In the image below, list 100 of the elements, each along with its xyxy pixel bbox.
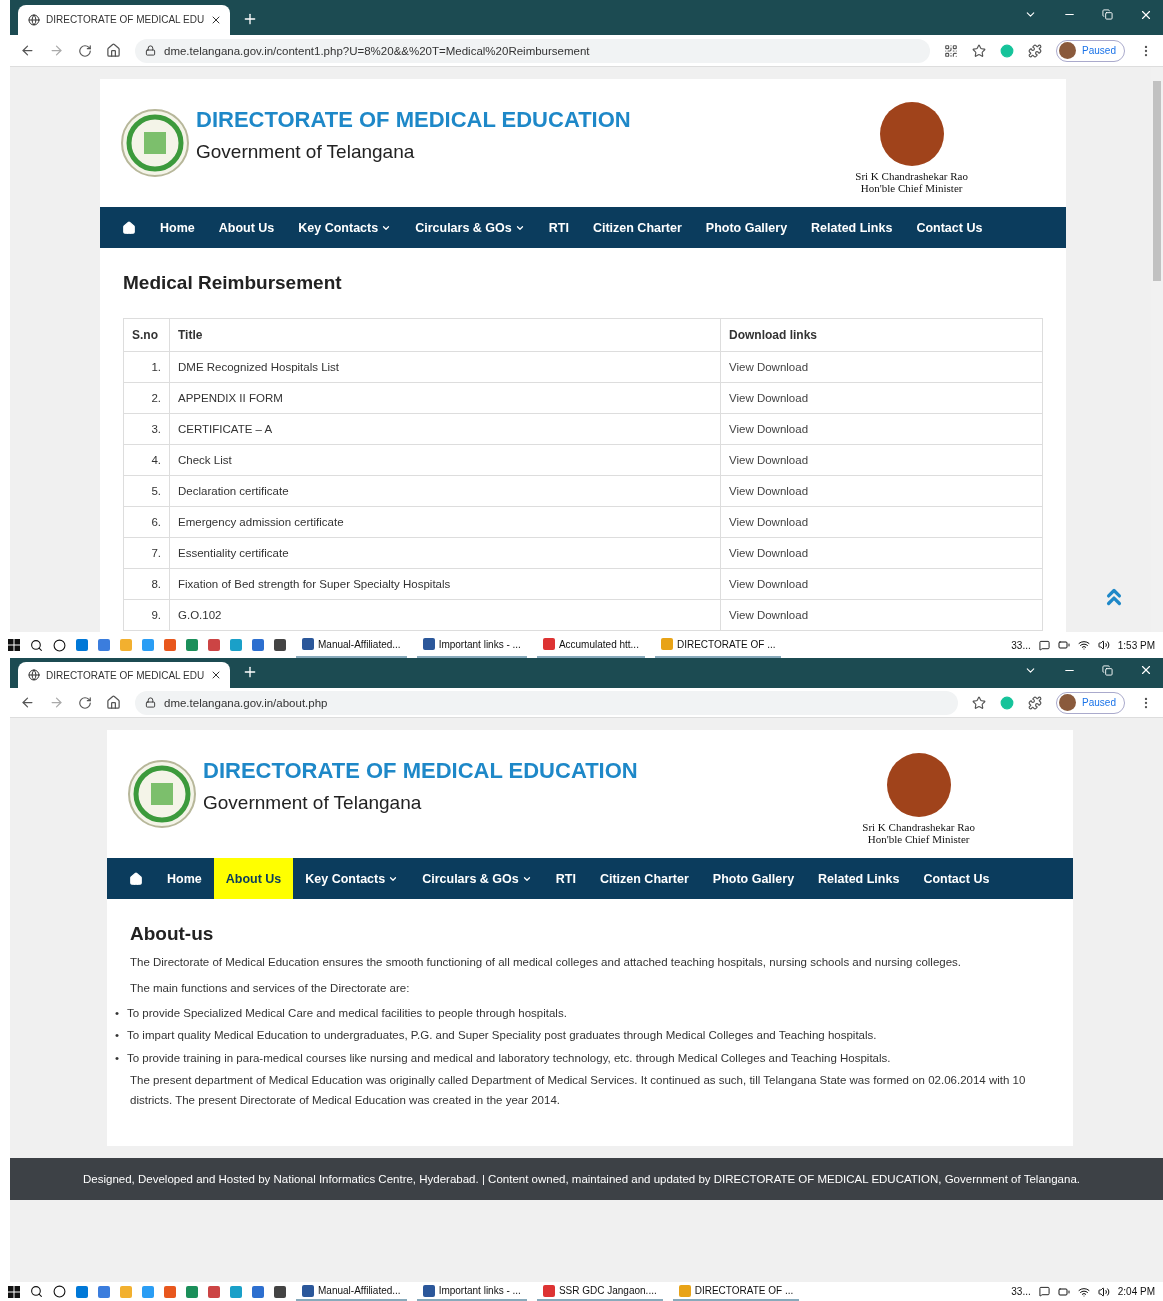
- battery-icon[interactable]: [1057, 1285, 1070, 1298]
- home-icon[interactable]: [106, 695, 121, 710]
- column-header: Title: [169, 318, 721, 352]
- restore-icon[interactable]: [1102, 9, 1113, 20]
- download-link[interactable]: View Download: [729, 361, 809, 373]
- cortana-icon[interactable]: [53, 1285, 66, 1298]
- page-heading: About-us: [130, 923, 215, 945]
- browser-tab[interactable]: DIRECTORATE OF MEDICAL EDU: [18, 662, 231, 688]
- nav-link[interactable]: Circulars & GOs: [410, 858, 544, 899]
- nav-link[interactable]: Contact Us: [904, 207, 995, 248]
- table-cell: 4.: [123, 444, 170, 476]
- nav-link[interactable]: Contact Us: [911, 858, 1002, 899]
- app-icon[interactable]: [208, 1285, 220, 1298]
- close-icon[interactable]: [1139, 663, 1153, 677]
- paragraph: The Directorate of Medical Education ensures the smooth functioning of all medical colleges and attached teaching hospitals, nursing schools and nursing colleges.: [130, 955, 963, 970]
- download-link[interactable]: View Download: [729, 516, 809, 528]
- minister-name: Sri K Chandrashekar Rao: [855, 170, 968, 182]
- taskbar-app-button[interactable]: Important links - ...: [416, 1282, 527, 1301]
- address-field[interactable]: dme.telangana.gov.in/about.php: [135, 690, 959, 715]
- globe-icon: [28, 13, 40, 26]
- nav-link[interactable]: Home: [148, 207, 207, 248]
- table-cell: 9.: [123, 599, 170, 631]
- download-link[interactable]: View Download: [729, 578, 809, 590]
- bookmark-star-icon[interactable]: [972, 43, 987, 58]
- bullet-marker: •: [115, 1028, 120, 1044]
- nav-link[interactable]: Citizen Charter: [580, 207, 694, 248]
- document-icon: [302, 638, 314, 650]
- nav-link[interactable]: Key Contacts: [286, 207, 404, 248]
- reload-icon[interactable]: [78, 43, 92, 58]
- nav-link[interactable]: About Us: [206, 207, 287, 248]
- nav-link[interactable]: Photo Gallery: [700, 858, 807, 899]
- network-icon[interactable]: [1077, 1285, 1090, 1298]
- site-subtitle: Government of Telangana: [196, 141, 416, 163]
- extensions-icon[interactable]: [1028, 43, 1043, 58]
- nav-link[interactable]: Circulars & GOs: [403, 207, 537, 248]
- nav-link[interactable]: Home: [155, 858, 214, 899]
- document-icon: [422, 1284, 435, 1297]
- profile-button[interactable]: Paused: [1056, 691, 1125, 714]
- download-link[interactable]: View Download: [729, 392, 809, 404]
- app-icon[interactable]: [274, 639, 286, 651]
- download-link[interactable]: View Download: [729, 485, 809, 497]
- search-icon[interactable]: [30, 1285, 43, 1298]
- taskbar-app-button[interactable]: DIRECTORATE OF ...: [672, 1282, 800, 1301]
- network-icon[interactable]: [1077, 639, 1090, 651]
- nav-link[interactable]: Citizen Charter: [587, 858, 701, 899]
- clock-time[interactable]: 2:04 PM: [1117, 1286, 1155, 1297]
- nav-link[interactable]: RTI: [536, 207, 581, 248]
- document-icon: [422, 638, 435, 650]
- address-field[interactable]: dme.telangana.gov.in/content1.php?U=8%20&&%20T=Medical%20Reimbursement: [135, 38, 931, 63]
- emblem-icon: [127, 759, 197, 829]
- nav-link[interactable]: Key Contacts: [293, 858, 411, 899]
- download-link[interactable]: View Download: [729, 454, 809, 466]
- nav-link[interactable]: Photo Gallery: [693, 207, 800, 248]
- app-icon[interactable]: [76, 1285, 88, 1298]
- browser-icon: [660, 638, 673, 650]
- home-icon[interactable]: [106, 43, 121, 58]
- app-icon[interactable]: [274, 1285, 286, 1298]
- page-heading: Medical Reimbursement: [123, 272, 343, 294]
- profile-button[interactable]: Paused: [1056, 39, 1125, 62]
- volume-icon[interactable]: [1097, 1285, 1110, 1298]
- windows-logo-icon[interactable]: [8, 1285, 20, 1298]
- app-icon[interactable]: [252, 1285, 264, 1298]
- table-cell: 5.: [123, 475, 170, 507]
- notification-icon[interactable]: [1038, 1286, 1050, 1297]
- back-icon[interactable]: [20, 695, 35, 710]
- battery-icon[interactable]: [1057, 639, 1070, 651]
- browser-tab[interactable]: DIRECTORATE OF MEDICAL EDU: [18, 4, 231, 35]
- table-cell: DME Recognized Hospitals List: [169, 351, 721, 383]
- qr-code-icon[interactable]: [944, 43, 959, 58]
- emblem-icon: [120, 108, 190, 178]
- windows-logo-icon[interactable]: [8, 639, 20, 651]
- volume-icon[interactable]: [1097, 639, 1110, 651]
- app-icon[interactable]: [186, 1285, 198, 1298]
- back-icon[interactable]: [20, 43, 35, 58]
- download-link[interactable]: View Download: [729, 547, 809, 559]
- bookmark-star-icon[interactable]: [972, 695, 987, 710]
- taskbar-app-button[interactable]: SSR GDC Jangaon....: [536, 1282, 663, 1301]
- download-link[interactable]: View Download: [729, 423, 809, 435]
- table-cell: 3.: [123, 413, 170, 445]
- taskbar-app-button[interactable]: Manual-Affiliated...: [296, 1282, 407, 1301]
- table-cell: Check List: [169, 444, 721, 476]
- table-cell: APPENDIX II FORM: [169, 382, 721, 414]
- download-link[interactable]: View Download: [729, 609, 809, 621]
- home-icon: [122, 220, 136, 235]
- nav-link[interactable]: About Us: [213, 858, 294, 899]
- reload-icon[interactable]: [78, 695, 92, 710]
- cortana-icon[interactable]: [53, 638, 66, 652]
- home-icon: [129, 871, 143, 886]
- nav-link[interactable]: Related Links: [799, 207, 905, 248]
- nav-link[interactable]: RTI: [543, 858, 588, 899]
- app-icon[interactable]: [98, 1285, 110, 1298]
- clock-time[interactable]: 1:53 PM: [1117, 639, 1155, 651]
- nav-link[interactable]: Related Links: [806, 858, 912, 899]
- table-cell: 7.: [123, 537, 170, 569]
- extensions-icon[interactable]: [1028, 695, 1043, 710]
- column-header: Download links: [720, 318, 1043, 352]
- restore-icon[interactable]: [1102, 664, 1113, 676]
- search-icon[interactable]: [30, 638, 43, 652]
- table-cell: 1.: [123, 351, 170, 383]
- notification-icon[interactable]: [1038, 639, 1050, 651]
